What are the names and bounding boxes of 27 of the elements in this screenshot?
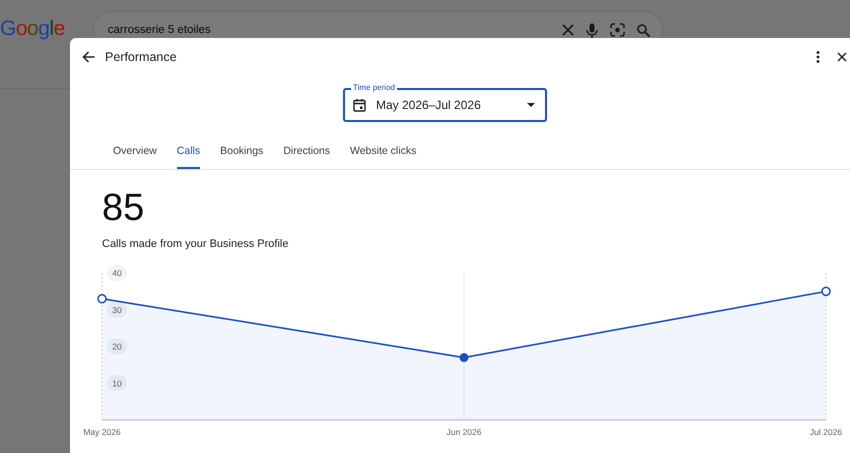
dialog-title: Performance xyxy=(105,50,178,64)
tab[interactable]: Calls xyxy=(176,142,200,169)
data-point-marker[interactable] xyxy=(821,286,831,296)
data-point-marker[interactable] xyxy=(460,353,468,362)
y-tick-label: 10 xyxy=(112,378,122,388)
x-axis-label: May 2026 xyxy=(83,427,121,437)
y-tick-label: 40 xyxy=(112,268,122,278)
y-tick-label: 30 xyxy=(112,304,122,315)
tab[interactable]: Overview xyxy=(113,142,157,169)
dropdown-caret-icon xyxy=(527,103,535,107)
tab[interactable]: Website clicks xyxy=(350,142,416,169)
x-axis-label: Jul 2026 xyxy=(810,427,842,437)
calendar-icon xyxy=(353,98,366,112)
logo: Google xyxy=(0,17,65,41)
metric-value: 85 xyxy=(102,186,146,230)
microphone-icon[interactable] xyxy=(586,22,598,38)
back-arrow-icon[interactable] xyxy=(80,49,96,65)
tab[interactable]: Bookings xyxy=(220,142,264,169)
search-icon[interactable] xyxy=(636,24,650,36)
y-tick-pill xyxy=(107,302,127,318)
y-tick-label: 20 xyxy=(112,342,122,352)
camera-icon[interactable] xyxy=(610,23,625,37)
data-point-marker[interactable] xyxy=(97,294,107,304)
tab[interactable]: Directions xyxy=(283,142,330,169)
field-label: Time period xyxy=(351,83,397,93)
metric-caption: Calls made from your Business Profile xyxy=(102,238,290,250)
x-axis-label: Jun 2026 xyxy=(446,427,482,437)
